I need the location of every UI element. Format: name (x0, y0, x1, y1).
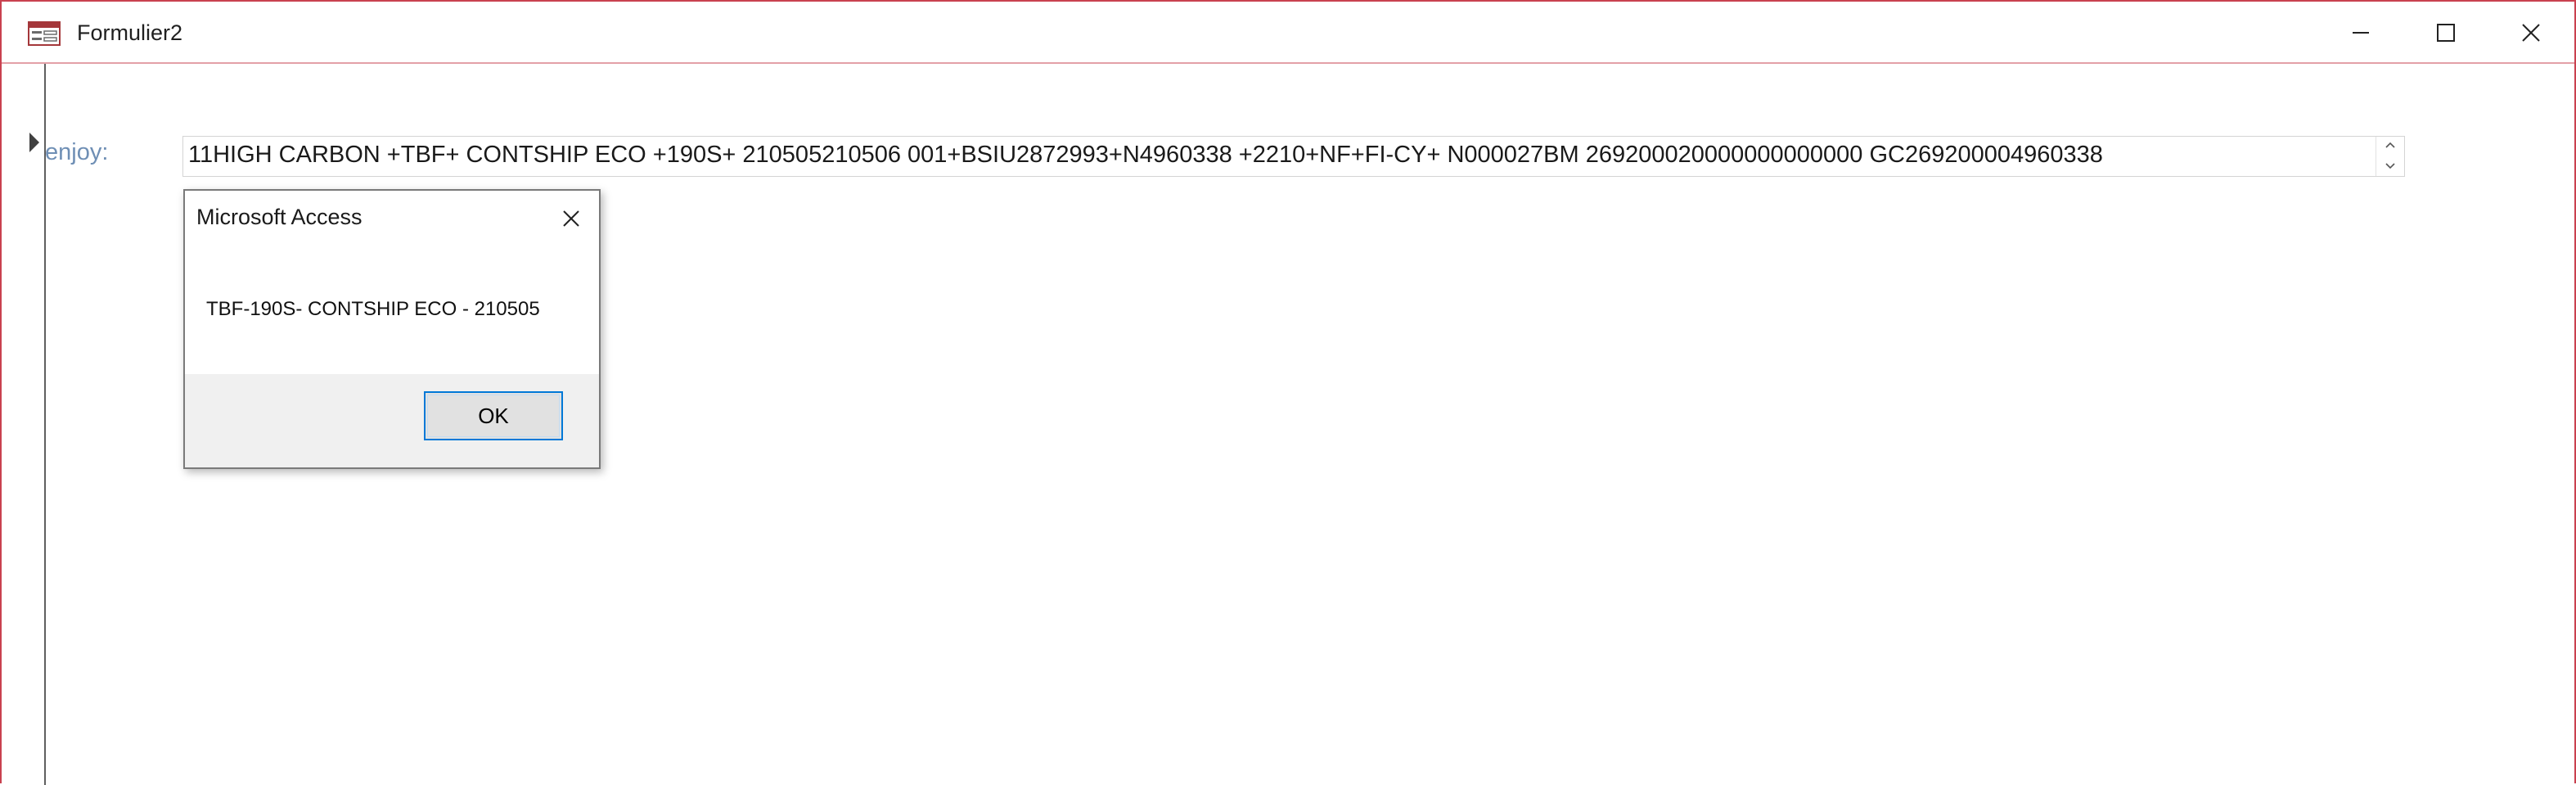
maximize-icon (2437, 24, 2455, 42)
dialog-close-button[interactable] (558, 205, 584, 232)
dialog-message: TBF-190S- CONTSHIP ECO - 210505 (206, 298, 540, 320)
dialog-title: Microsoft Access (196, 205, 363, 229)
window-title: Formulier2 (77, 20, 183, 45)
current-record-arrow-icon (29, 133, 39, 152)
chevron-down-icon (2385, 163, 2395, 169)
chevron-up-icon (2385, 142, 2395, 148)
close-button[interactable] (2511, 16, 2551, 49)
field-value: 11HIGH CARBON +TBF+ CONTSHIP ECO +190S+ … (188, 142, 2103, 168)
access-form-icon (28, 21, 61, 46)
dialog-footer: OK (185, 374, 599, 467)
ok-button[interactable]: OK (424, 391, 563, 440)
field-label: enjoy: (45, 139, 109, 165)
close-icon (2522, 24, 2540, 42)
maximize-button[interactable] (2425, 16, 2466, 49)
enjoy-text-field[interactable]: 11HIGH CARBON +TBF+ CONTSHIP ECO +190S+ … (182, 136, 2405, 177)
close-icon (563, 210, 579, 227)
record-selector[interactable] (2, 64, 46, 785)
message-box: Microsoft Access TBF-190S- CONTSHIP ECO … (183, 189, 601, 469)
title-bar[interactable]: Formulier2 (2, 2, 2574, 64)
field-scrollbar[interactable] (2376, 137, 2404, 176)
minimize-button[interactable] (2340, 16, 2381, 49)
access-window: Formulier2 enjoy: 11HIGH CARBON +TBF+ CO… (0, 0, 2576, 785)
minimize-icon (2353, 32, 2369, 34)
